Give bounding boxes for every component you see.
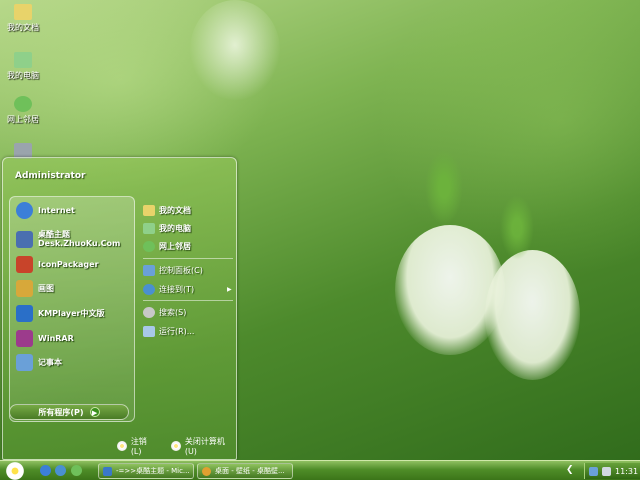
place-my-documents[interactable]: 我的文档	[143, 202, 191, 218]
desktop-icon-label: 网上邻居	[7, 115, 39, 124]
place-label: 网上邻居	[159, 241, 191, 251]
program-label: Internet	[38, 205, 75, 215]
shutdown-button[interactable]: 关闭计算机(U)	[171, 436, 236, 456]
program-paint[interactable]: 画图	[16, 278, 54, 298]
wallpaper-bud	[425, 150, 463, 225]
user-name: Administrator	[15, 171, 86, 181]
start-menu-footer: 注销(L) 关闭计算机(U)	[117, 436, 236, 456]
taskbar: -=>>桌酷主题 - Mic... 桌面 - 壁纸 - 桌酷壁... ❮ 11:…	[0, 460, 640, 480]
network-status-icon[interactable]	[589, 466, 598, 476]
start-button[interactable]	[4, 462, 26, 480]
notepad-icon	[16, 353, 33, 371]
arrow-right-icon: ▶	[89, 407, 100, 417]
task-button-wallpaper[interactable]: 桌面 - 壁纸 - 桌酷壁...	[197, 463, 293, 479]
volume-icon[interactable]	[602, 466, 611, 476]
tray-expand-chevron-icon[interactable]: ❮	[566, 465, 574, 475]
wallpaper-flower	[485, 250, 580, 380]
start-menu: Administrator Internet 桌酷主题 Desk.ZhuoKu.…	[2, 157, 237, 460]
program-zhuoku-theme[interactable]: 桌酷主题 Desk.ZhuoKu.Com	[16, 227, 120, 251]
menu-separator	[143, 258, 233, 259]
program-label: 桌酷主题 Desk.ZhuoKu.Com	[38, 230, 121, 248]
desktop-icon-network[interactable]: 网上邻居	[2, 96, 44, 125]
system-tray: 11:31	[584, 463, 640, 479]
place-search[interactable]: 搜索(S)	[143, 304, 186, 320]
place-connect-to[interactable]: 连接到(T) ▶	[143, 281, 232, 297]
start-menu-programs-pane: Internet 桌酷主题 Desk.ZhuoKu.Com IconPackag…	[9, 196, 135, 422]
desktop-icon-my-computer[interactable]: 我的电脑	[2, 52, 44, 81]
desktop-icon-label: 我的电脑	[7, 71, 39, 80]
control-panel-icon	[143, 264, 155, 276]
menu-separator	[143, 300, 233, 301]
place-control-panel[interactable]: 控制面板(C)	[143, 262, 203, 278]
logoff-label: 注销(L)	[130, 437, 147, 456]
program-winrar[interactable]: WinRAR	[16, 328, 74, 348]
program-label: 画图	[38, 283, 54, 293]
shutdown-label: 关闭计算机(U)	[184, 437, 225, 456]
program-label: 记事本	[38, 357, 62, 367]
browser-icon	[202, 466, 211, 476]
place-my-computer[interactable]: 我的电脑	[143, 220, 191, 236]
place-run[interactable]: 运行(R)...	[143, 323, 194, 339]
program-label: KMPlayer中文版	[38, 308, 105, 318]
folder-icon	[14, 4, 32, 20]
folder-icon	[143, 204, 155, 216]
clock[interactable]: 11:31	[615, 467, 638, 476]
all-programs-button[interactable]: 所有程序(P) ▶	[9, 404, 129, 420]
all-programs-label: 所有程序(P)	[38, 407, 84, 417]
program-iconpackager[interactable]: IconPackager	[16, 254, 99, 274]
logoff-button[interactable]: 注销(L)	[117, 436, 157, 456]
quicklaunch-show-desktop-icon[interactable]	[71, 465, 82, 476]
kmplayer-icon	[16, 304, 33, 322]
place-network[interactable]: 网上邻居	[143, 238, 191, 254]
program-internet[interactable]: Internet	[16, 200, 75, 220]
task-label: 桌面 - 壁纸 - 桌酷壁...	[215, 467, 285, 475]
network-icon	[143, 240, 155, 252]
program-notepad[interactable]: 记事本	[16, 352, 62, 372]
task-button-zhuoku[interactable]: -=>>桌酷主题 - Mic...	[98, 463, 194, 479]
program-label: IconPackager	[38, 259, 99, 269]
iconpackager-icon	[16, 255, 33, 273]
quicklaunch-ie-icon[interactable]	[40, 465, 51, 476]
computer-icon	[143, 222, 155, 234]
wallpaper-bud	[500, 195, 534, 260]
zhuoku-theme-icon	[16, 230, 33, 248]
task-label: -=>>桌酷主题 - Mic...	[116, 467, 190, 475]
place-label: 我的电脑	[159, 223, 191, 233]
place-label: 连接到(T)	[159, 284, 195, 294]
document-icon	[103, 466, 112, 476]
logoff-icon	[117, 441, 127, 451]
place-label: 运行(R)...	[159, 326, 195, 336]
paint-icon	[16, 279, 33, 297]
submenu-arrow-icon: ▶	[227, 285, 232, 293]
connect-icon	[143, 283, 155, 295]
search-icon	[143, 306, 155, 318]
winrar-icon	[16, 329, 33, 347]
desktop-icon-my-documents[interactable]: 我的文档	[2, 4, 44, 33]
place-label: 搜索(S)	[159, 307, 187, 317]
program-kmplayer[interactable]: KMPlayer中文版	[16, 303, 105, 323]
wallpaper-flower	[190, 0, 280, 100]
quicklaunch-browser-icon[interactable]	[55, 465, 66, 476]
run-icon	[143, 325, 155, 337]
internet-explorer-icon	[16, 201, 33, 219]
shutdown-icon	[171, 441, 181, 451]
computer-icon	[14, 52, 32, 68]
desktop-icon-label: 我的文档	[7, 23, 39, 32]
program-label: WinRAR	[38, 333, 74, 343]
network-icon	[14, 96, 32, 112]
place-label: 我的文档	[159, 205, 191, 215]
place-label: 控制面板(C)	[159, 265, 203, 275]
